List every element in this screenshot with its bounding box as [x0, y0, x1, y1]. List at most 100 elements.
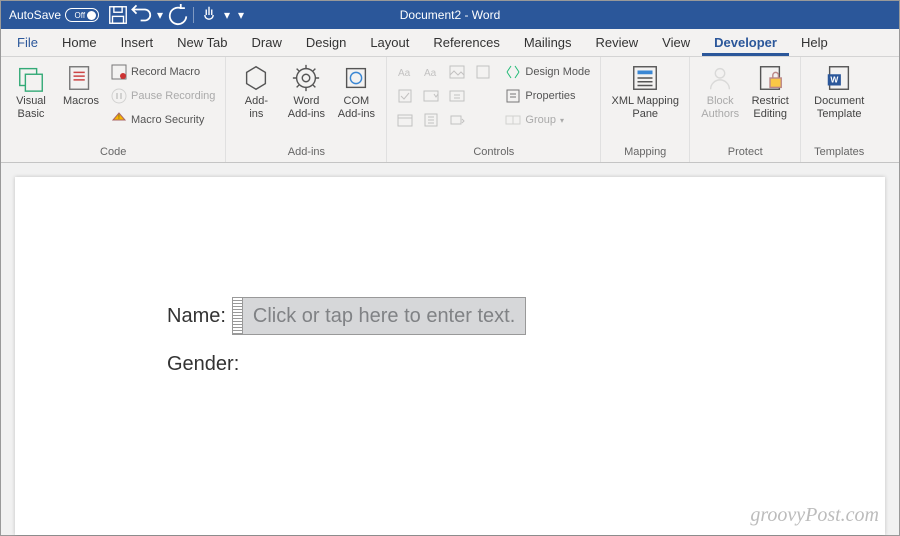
date-picker-control-icon[interactable]: [393, 109, 417, 131]
checkbox-control-icon[interactable]: [393, 85, 417, 107]
redo-icon[interactable]: [167, 4, 189, 26]
design-mode-label: Design Mode: [525, 66, 590, 78]
macros-label: Macros: [63, 95, 99, 108]
com-addins-label: COM Add-ins: [338, 95, 375, 121]
word-addins-label: Word Add-ins: [288, 95, 325, 121]
visual-basic-button[interactable]: Visual Basic: [7, 61, 55, 123]
tab-insert[interactable]: Insert: [109, 30, 166, 56]
visual-basic-label: Visual Basic: [16, 95, 46, 121]
addins-label: Add- ins: [245, 95, 268, 121]
autosave-switch[interactable]: Off: [65, 8, 99, 22]
document-page[interactable]: Name: Click or tap here to enter text. G…: [15, 177, 885, 535]
controls-gallery: Aa Aa: [393, 61, 469, 131]
addins-button[interactable]: Add- ins: [232, 61, 280, 123]
word-addins-icon: [291, 63, 321, 93]
group-button: Group ▾: [501, 109, 594, 131]
group-protect: Block Authors Restrict Editing Protect: [690, 57, 801, 162]
building-block-control-icon[interactable]: [471, 61, 495, 83]
group-dropdown-icon: ▾: [560, 116, 564, 125]
document-template-icon: W: [824, 63, 854, 93]
svg-text:Aa: Aa: [424, 68, 437, 79]
properties-label: Properties: [525, 90, 575, 102]
undo-icon[interactable]: [131, 4, 153, 26]
touch-dropdown-icon[interactable]: ▾: [222, 4, 232, 26]
group-addins: Add- ins Word Add-ins COM Add-ins Add-in…: [226, 57, 387, 162]
qat-separator: [193, 7, 194, 23]
name-content-control[interactable]: Click or tap here to enter text.: [232, 297, 526, 335]
group-label-protect: Protect: [696, 144, 794, 160]
svg-text:Aa: Aa: [398, 68, 411, 79]
document-template-label: Document Template: [814, 95, 864, 121]
com-addins-icon: [341, 63, 371, 93]
word-addins-button[interactable]: Word Add-ins: [282, 61, 330, 123]
svg-text:W: W: [831, 75, 839, 85]
restrict-editing-button[interactable]: Restrict Editing: [746, 61, 794, 123]
document-workspace: Name: Click or tap here to enter text. G…: [1, 163, 899, 535]
group-label-controls: Controls: [393, 144, 594, 160]
window-title: Document2 - Word: [400, 8, 500, 22]
tab-new[interactable]: New Tab: [165, 30, 239, 56]
tab-mailings[interactable]: Mailings: [512, 30, 584, 56]
block-authors-label: Block Authors: [701, 95, 739, 121]
tab-design[interactable]: Design: [294, 30, 358, 56]
tab-layout[interactable]: Layout: [358, 30, 421, 56]
group-mapping: XML Mapping Pane Mapping: [601, 57, 690, 162]
undo-dropdown-icon[interactable]: ▾: [155, 4, 165, 26]
legacy-tools-icon[interactable]: [445, 109, 469, 131]
tab-review[interactable]: Review: [584, 30, 651, 56]
xml-mapping-icon: [630, 63, 660, 93]
gender-row: Gender:: [167, 353, 885, 376]
tab-home[interactable]: Home: [50, 30, 109, 56]
macros-button[interactable]: Macros: [57, 61, 105, 110]
group-label-mapping: Mapping: [607, 144, 683, 160]
pause-recording-button: Pause Recording: [107, 85, 219, 107]
document-template-button[interactable]: W Document Template: [807, 61, 871, 123]
record-macro-icon: [111, 64, 127, 80]
autosave-toggle[interactable]: AutoSave Off: [1, 8, 107, 22]
tab-file[interactable]: File: [5, 30, 50, 56]
plain-text-control-icon[interactable]: Aa: [419, 61, 443, 83]
pause-recording-icon: [111, 88, 127, 104]
group-label-addins: Add-ins: [232, 144, 380, 160]
group-templates: W Document Template Templates: [801, 57, 877, 162]
visual-basic-icon: [16, 63, 46, 93]
rich-text-control-icon[interactable]: Aa: [393, 61, 417, 83]
block-authors-icon: [705, 63, 735, 93]
group-controls: Aa Aa Design Mode Prope: [387, 57, 601, 162]
name-label: Name:: [167, 305, 226, 328]
design-mode-button[interactable]: Design Mode: [501, 61, 594, 83]
repeating-control-icon[interactable]: [419, 109, 443, 131]
qat-customize-icon[interactable]: ▾: [234, 4, 248, 26]
picture-control-icon[interactable]: [445, 61, 469, 83]
title-bar: AutoSave Off ▾ ▾ ▾ Document2 - Word: [1, 1, 899, 29]
block-authors-button: Block Authors: [696, 61, 744, 123]
macro-security-button[interactable]: ! Macro Security: [107, 109, 219, 131]
macro-security-icon: !: [111, 112, 127, 128]
tab-references[interactable]: References: [421, 30, 511, 56]
macro-security-label: Macro Security: [131, 114, 204, 126]
dropdown-control-icon[interactable]: [445, 85, 469, 107]
properties-button[interactable]: Properties: [501, 85, 594, 107]
com-addins-button[interactable]: COM Add-ins: [332, 61, 380, 123]
xml-mapping-button[interactable]: XML Mapping Pane: [607, 61, 683, 123]
content-control-handle[interactable]: [233, 298, 243, 334]
autosave-knob: [87, 11, 96, 20]
save-icon[interactable]: [107, 4, 129, 26]
combo-control-icon[interactable]: [419, 85, 443, 107]
autosave-state: Off: [75, 11, 86, 20]
touch-mode-icon[interactable]: [198, 4, 220, 26]
pause-recording-label: Pause Recording: [131, 90, 215, 102]
tab-help[interactable]: Help: [789, 30, 840, 56]
name-placeholder[interactable]: Click or tap here to enter text.: [243, 298, 525, 334]
tab-view[interactable]: View: [650, 30, 702, 56]
design-mode-icon: [505, 64, 521, 80]
record-macro-button[interactable]: Record Macro: [107, 61, 219, 83]
name-row: Name: Click or tap here to enter text.: [167, 297, 885, 335]
quick-access-toolbar: ▾ ▾ ▾: [107, 4, 248, 26]
tab-developer[interactable]: Developer: [702, 30, 789, 56]
record-macro-label: Record Macro: [131, 66, 200, 78]
group-label: Group: [525, 114, 556, 126]
group-label-templates: Templates: [807, 144, 871, 160]
tab-draw[interactable]: Draw: [240, 30, 294, 56]
ribbon-tabs: File Home Insert New Tab Draw Design Lay…: [1, 29, 899, 57]
